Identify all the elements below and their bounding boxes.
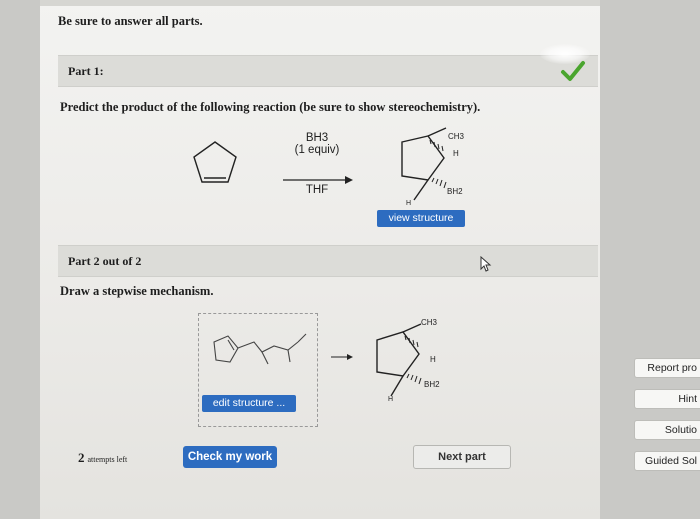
cyclopentene-structure (193, 141, 237, 183)
report-problem-button[interactable]: Report pro (634, 358, 700, 378)
reagent-thf: THF (305, 184, 329, 196)
part2-header: Part 2 out of 2 (58, 245, 598, 277)
product-structure (401, 127, 447, 201)
edit-structure-button[interactable]: edit structure ... (202, 395, 296, 412)
mechanism-arrow (331, 354, 353, 360)
product-ch3-label: CH3 (448, 132, 465, 141)
hint-button[interactable]: Hint (634, 389, 700, 409)
reagent-bh3: BH3 (305, 132, 329, 144)
part1-label: Part 1: (68, 64, 104, 78)
part1-header: Part 1: (58, 55, 598, 87)
hint-label: Hint (678, 393, 697, 405)
mouse-cursor-icon (480, 256, 492, 272)
question-panel: Be sure to answer all parts. Part 1: Pre… (40, 0, 600, 519)
reagent-equiv: (1 equiv) (294, 144, 340, 156)
product-h-top-label: H (453, 149, 459, 158)
attempts-left: 2 attempts left (78, 450, 127, 466)
view-structure-button[interactable]: view structure (377, 210, 465, 227)
screen-glare (540, 44, 590, 64)
mech-ch3-label: CH3 (421, 318, 438, 327)
mechanism-product-structure (376, 323, 422, 397)
product-bh2-label: BH2 (447, 187, 463, 196)
part2-prompt: Draw a stepwise mechanism. (60, 284, 214, 298)
solution-label: Solutio (664, 424, 697, 436)
mech-h-bottom-label: H (388, 396, 394, 403)
guided-solution-button[interactable]: Guided Sol (634, 451, 700, 471)
attempts-count: 2 (78, 450, 85, 465)
part2-label: Part 2 out of 2 (68, 254, 142, 268)
mech-h-top-label: H (430, 355, 436, 364)
part1-prompt: Predict the product of the following rea… (60, 100, 481, 114)
reaction-arrow (283, 176, 353, 184)
top-bar (40, 0, 600, 6)
mech-bh2-label: BH2 (424, 380, 440, 389)
report-problem-label: Report pro (647, 362, 697, 374)
product-h-bottom-label: H (406, 200, 412, 207)
mechanism-sketch (213, 333, 307, 365)
check-my-work-button[interactable]: Check my work (183, 446, 277, 468)
guided-solution-label: Guided Sol (645, 455, 697, 467)
instructions-text: Be sure to answer all parts. (58, 14, 203, 28)
footer-bar: 2 attempts left Check my work Next part (58, 438, 598, 478)
attempts-text: attempts left (87, 455, 128, 464)
next-part-button[interactable]: Next part (413, 445, 511, 469)
solution-button[interactable]: Solutio (634, 420, 700, 440)
